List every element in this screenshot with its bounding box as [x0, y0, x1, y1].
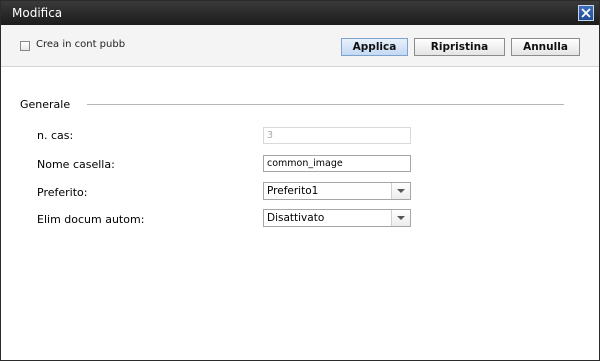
title-bar: Modifica: [1, 1, 599, 25]
auto-delete-select[interactable]: Disattivato: [263, 209, 411, 227]
chevron-down-icon: [397, 216, 405, 220]
auto-delete-select-value: Disattivato: [267, 212, 325, 224]
box-number-field: 3: [263, 127, 411, 144]
public-checkbox-label[interactable]: Crea in cont pubb: [36, 39, 125, 50]
edit-dialog: Modifica Crea in cont pubb Applica Ripri…: [0, 0, 600, 361]
apply-button[interactable]: Applica: [341, 38, 408, 56]
close-button[interactable]: [578, 5, 594, 21]
auto-delete-dropdown-button[interactable]: [391, 210, 410, 226]
favorite-dropdown-button[interactable]: [391, 183, 410, 199]
box-name-input[interactable]: common_image: [263, 155, 411, 172]
section-title: Generale: [20, 98, 71, 111]
favorite-select[interactable]: Preferito1: [263, 182, 411, 200]
favorite-select-value: Preferito1: [267, 185, 319, 197]
box-number-label: n. cas:: [37, 129, 74, 142]
chevron-down-icon: [397, 189, 405, 193]
section-divider: [87, 104, 564, 105]
public-checkbox[interactable]: [20, 41, 30, 51]
toolbar: Crea in cont pubb Applica Ripristina Ann…: [1, 25, 599, 67]
box-name-label: Nome casella:: [37, 158, 115, 171]
auto-delete-label: Elim docum autom:: [37, 213, 145, 226]
reset-button[interactable]: Ripristina: [414, 38, 505, 56]
cancel-button[interactable]: Annulla: [511, 38, 580, 56]
favorite-label: Preferito:: [37, 186, 88, 199]
close-icon: [581, 8, 591, 18]
dialog-title: Modifica: [12, 6, 63, 20]
